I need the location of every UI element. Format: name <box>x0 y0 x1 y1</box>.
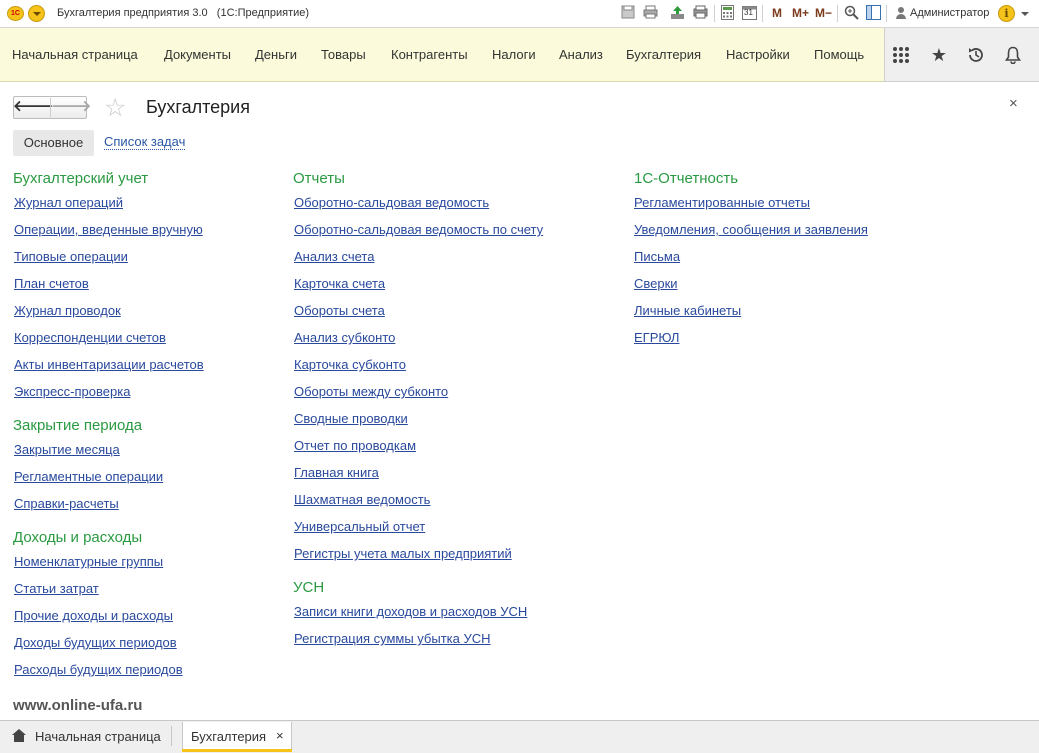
link-item-groups[interactable]: Номенклатурные группы <box>14 554 163 569</box>
link-chart-of-accounts[interactable]: План счетов <box>14 276 89 291</box>
group-title-period-closing: Закрытие периода <box>13 417 143 434</box>
taskbar-home[interactable]: Начальная страница <box>35 729 161 744</box>
link-account-trial-balance[interactable]: Оборотно-сальдовая ведомость по счету <box>294 222 543 237</box>
group-title-1c-reporting: 1С-Отчетность <box>634 170 739 187</box>
app-title: Бухгалтерия предприятия 3.0 (1С:Предприя… <box>57 7 309 19</box>
section-settings[interactable]: Настройки <box>726 47 790 62</box>
link-subconto-turnover[interactable]: Обороты между субконто <box>294 384 448 399</box>
section-analysis[interactable]: Анализ <box>559 47 603 62</box>
link-cost-items[interactable]: Статьи затрат <box>14 581 99 596</box>
link-account-turnover[interactable]: Обороты счета <box>294 303 385 318</box>
upload-icon[interactable] <box>669 5 685 21</box>
section-counterparties[interactable]: Контрагенты <box>391 47 468 62</box>
calculator-icon[interactable] <box>719 5 735 21</box>
link-letters[interactable]: Письма <box>634 249 680 264</box>
info-icon[interactable]: i <box>998 5 1015 22</box>
toolbar-separator <box>837 5 838 22</box>
link-account-card[interactable]: Карточка счета <box>294 276 385 291</box>
history-icon[interactable] <box>965 44 987 66</box>
user-icon <box>896 7 906 19</box>
add-to-favorites-icon[interactable]: ☆ <box>104 94 126 122</box>
link-deferred-income[interactable]: Доходы будущих периодов <box>14 635 177 650</box>
app-title-platform: (1С:Предприятие) <box>216 7 310 19</box>
link-small-business-registers[interactable]: Регистры учета малых предприятий <box>294 546 512 561</box>
link-usn-income-book[interactable]: Записи книги доходов и расходов УСН <box>294 604 527 619</box>
link-postings-journal[interactable]: Журнал проводок <box>14 303 121 318</box>
toolbar-separator <box>762 5 763 22</box>
section-money[interactable]: Деньги <box>255 47 297 62</box>
info-dropdown-icon[interactable] <box>1021 12 1029 16</box>
memory-plus-button[interactable]: M+ <box>792 6 809 20</box>
link-universal-report[interactable]: Универсальный отчет <box>294 519 425 534</box>
link-typical-operations[interactable]: Типовые операции <box>14 249 128 264</box>
link-express-check[interactable]: Экспресс-проверка <box>14 384 130 399</box>
link-routine-operations[interactable]: Регламентные операции <box>14 469 163 484</box>
taskbar-accounting[interactable]: Бухгалтерия <box>191 729 266 744</box>
link-month-closing[interactable]: Закрытие месяца <box>14 442 120 457</box>
save-icon[interactable] <box>620 5 636 21</box>
link-usn-loss-registration[interactable]: Регистрация суммы убытка УСН <box>294 631 491 646</box>
tab-main[interactable]: Основное <box>13 130 94 156</box>
page-title: Бухгалтерия <box>146 97 250 117</box>
toolbar-separator <box>886 5 887 22</box>
calendar-icon[interactable]: 31 <box>741 5 757 21</box>
link-egrul[interactable]: ЕГРЮЛ <box>634 330 679 345</box>
link-subconto-analysis[interactable]: Анализ субконто <box>294 330 395 345</box>
section-help[interactable]: Помощь <box>814 47 864 62</box>
link-other-income-expenses[interactable]: Прочие доходы и расходы <box>14 608 173 623</box>
main-menu-button[interactable] <box>28 5 45 22</box>
calendar-day: 31 <box>744 8 753 17</box>
print-icon[interactable] <box>642 5 658 21</box>
link-account-correspondence[interactable]: Корреспонденции счетов <box>14 330 166 345</box>
app-title-name: Бухгалтерия предприятия 3.0 <box>57 7 208 19</box>
group-title-income-expenses: Доходы и расходы <box>13 529 143 546</box>
link-notifications-statements[interactable]: Уведомления, сообщения и заявления <box>634 222 868 237</box>
link-deferred-expenses[interactable]: Расходы будущих периодов <box>14 662 183 677</box>
link-trial-balance[interactable]: Оборотно-сальдовая ведомость <box>294 195 489 210</box>
user-name[interactable]: Администратор <box>910 7 989 19</box>
section-home[interactable]: Начальная страница <box>12 47 138 62</box>
section-taxes[interactable]: Налоги <box>492 47 536 62</box>
favorites-star-icon[interactable]: ★ <box>928 44 950 66</box>
panel-icon[interactable] <box>865 5 881 21</box>
print-preview-icon[interactable] <box>692 5 708 21</box>
home-icon[interactable] <box>12 729 26 743</box>
memory-m-button[interactable]: M <box>772 6 782 20</box>
taskbar-separator <box>171 726 172 746</box>
link-summary-postings[interactable]: Сводные проводки <box>294 411 408 426</box>
link-chess-sheet[interactable]: Шахматная ведомость <box>294 492 430 507</box>
memory-minus-button[interactable]: M− <box>815 6 832 20</box>
close-icon[interactable]: × <box>1009 95 1018 112</box>
link-general-ledger[interactable]: Главная книга <box>294 465 379 480</box>
apps-grid-icon[interactable] <box>891 45 911 65</box>
link-calculation-certificates[interactable]: Справки-расчеты <box>14 496 119 511</box>
forward-button[interactable]: 🡒 <box>51 96 91 119</box>
link-regulated-reports[interactable]: Регламентированные отчеты <box>634 195 810 210</box>
toolbar-separator <box>714 5 715 22</box>
group-title-reports: Отчеты <box>293 170 345 187</box>
link-account-analysis[interactable]: Анализ счета <box>294 249 374 264</box>
group-title-accounting: Бухгалтерский учет <box>13 170 149 187</box>
zoom-icon[interactable] <box>843 5 859 21</box>
group-title-usn: УСН <box>293 579 325 596</box>
link-settlement-inventory[interactable]: Акты инвентаризации расчетов <box>14 357 204 372</box>
tab-task-list[interactable]: Список задач <box>104 135 186 150</box>
active-tab-indicator <box>182 749 292 752</box>
section-goods[interactable]: Товары <box>321 47 366 62</box>
link-manual-operations[interactable]: Операции, введенные вручную <box>14 222 203 237</box>
link-reconciliations[interactable]: Сверки <box>634 276 678 291</box>
watermark: www.online-ufa.ru <box>13 697 143 714</box>
link-postings-report[interactable]: Отчет по проводкам <box>294 438 416 453</box>
notifications-bell-icon[interactable] <box>1002 44 1024 66</box>
1c-logo-icon: 1С <box>7 6 24 21</box>
section-accounting[interactable]: Бухгалтерия <box>626 47 701 62</box>
section-documents[interactable]: Документы <box>164 47 231 62</box>
link-personal-accounts[interactable]: Личные кабинеты <box>634 303 741 318</box>
back-button[interactable]: 🡐 <box>13 96 53 119</box>
link-operations-journal[interactable]: Журнал операций <box>14 195 123 210</box>
link-subconto-card[interactable]: Карточка субконто <box>294 357 406 372</box>
taskbar-close-icon[interactable]: × <box>276 728 284 743</box>
